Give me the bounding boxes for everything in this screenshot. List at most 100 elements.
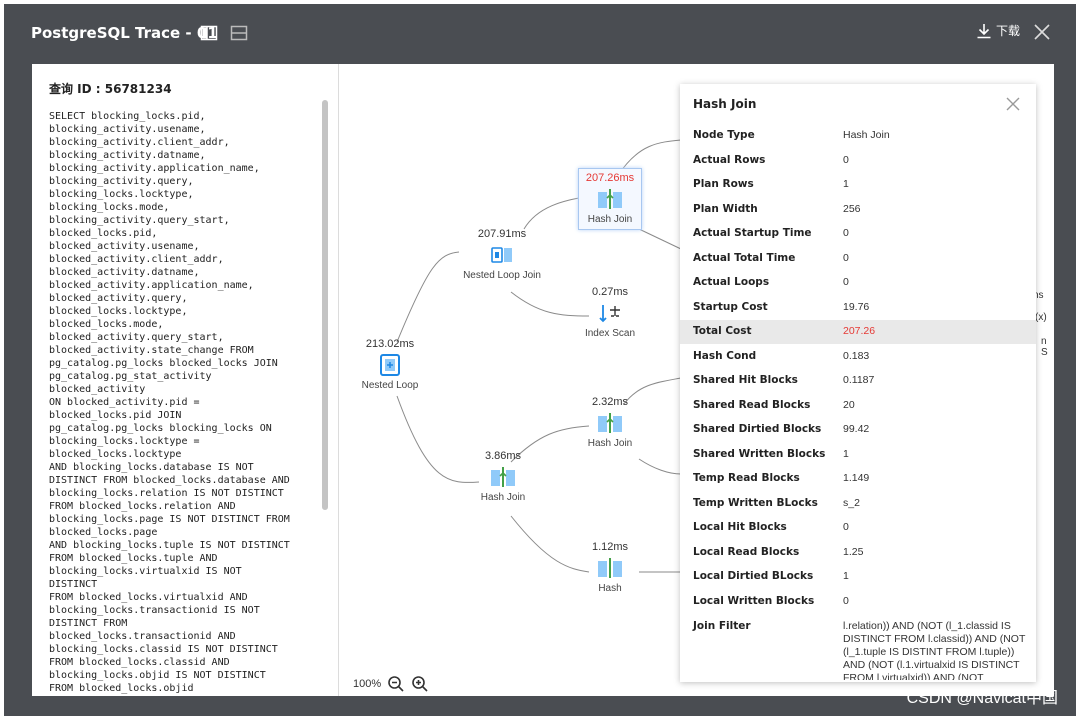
clipped-label: (x) [1035, 312, 1047, 323]
prop-value: 19.76 [843, 300, 870, 313]
prop-value: 99.42 [843, 423, 870, 435]
prop-row: Total Cost 207.26 [680, 320, 1036, 344]
node-time: 1.12ms [591, 541, 629, 553]
prop-row: Actual Loops 0 [680, 271, 1036, 295]
node-time: 2.32ms [591, 396, 629, 408]
prop-value: s_2 [843, 496, 860, 509]
prop-key: Node Type [693, 129, 755, 141]
prop-key: Hash Cond [693, 349, 757, 362]
prop-row: Shared Dirtied Blocks 99.42 [680, 418, 1036, 442]
hash-join-icon [491, 467, 515, 487]
plan-node-nested-loop[interactable]: 213.02ms Nested Loop [345, 338, 435, 391]
prop-value: 256 [843, 202, 861, 215]
split-horizontal-icon[interactable] [230, 24, 248, 42]
sql-scrollbar[interactable] [322, 100, 328, 510]
prop-key: Actual Rows [693, 153, 766, 166]
node-name: Hash Join [587, 438, 633, 449]
prop-value: 1.25 [843, 545, 864, 558]
prop-key: Shared Dirtied Blocks [693, 423, 822, 435]
prop-row: Temp Read Blocks 1.149 [680, 467, 1036, 491]
prop-value: 207.26 [843, 325, 876, 337]
node-time: 207.26ms [585, 172, 635, 184]
nested-loop-icon [380, 354, 400, 376]
prop-key: Shared Hit Blocks [693, 374, 798, 386]
prop-value: 1.149 [843, 472, 870, 484]
prop-value: l.relation)) AND (NOT (l_1.classid IS DI… [843, 620, 1026, 680]
close-icon[interactable] [1004, 95, 1022, 113]
node-name: Nested Loop Join [463, 270, 541, 281]
nested-loop-join-icon [491, 247, 512, 263]
plan-node-hash-join-selected[interactable]: 207.26ms Hash Join [578, 168, 642, 230]
prop-value: 0.1187 [843, 374, 875, 386]
download-icon [977, 23, 991, 38]
prop-row: Node Type Hash Join [680, 124, 1036, 148]
plan-node-hash-join-2[interactable]: 3.86ms Hash Join [458, 450, 548, 503]
prop-key: Total Cost [693, 325, 752, 337]
prop-key: Plan Rows [693, 178, 754, 190]
prop-row: Shared Written Blocks 1 [680, 443, 1036, 467]
title-bar: PostgreSQL Trace - 01 下载 [4, 4, 1076, 62]
prop-value: 0 [843, 276, 849, 288]
hash-join-icon [598, 189, 622, 209]
clipped-label: n S [1041, 336, 1048, 358]
query-panel: 查询 ID : 56781234 SELECT blocking_locks.p… [32, 64, 338, 696]
prop-row: Shared Read Blocks 20 [680, 394, 1036, 418]
prop-row: Startup Cost 19.76 [680, 296, 1036, 320]
prop-row: Local Written Blocks 0 [680, 590, 1036, 614]
prop-key: Shared Written Blocks [693, 447, 826, 460]
close-icon[interactable] [1032, 22, 1052, 42]
node-name: Nested Loop [361, 380, 419, 391]
query-id: 查询 ID : 56781234 [49, 82, 172, 96]
node-time: 0.27ms [591, 286, 629, 298]
split-vertical-icon[interactable] [200, 24, 218, 42]
prop-row: Hash Cond 0.183 [680, 345, 1036, 369]
prop-key: Actual Startup Time [693, 227, 812, 239]
prop-value: 0 [843, 153, 849, 166]
prop-key: Actual Total Time [693, 251, 796, 264]
prop-key: Shared Read Blocks [693, 398, 811, 411]
hash-join-icon [598, 413, 622, 433]
prop-value: Hash Join [843, 129, 890, 141]
prop-row: Temp Written BLocks s_2 [680, 492, 1036, 516]
zoom-controls: 100% [339, 672, 449, 696]
sql-text[interactable]: SELECT blocking_locks.pid, blocking_acti… [49, 110, 319, 696]
node-time: 3.86ms [484, 450, 522, 462]
prop-value: 0 [843, 251, 849, 264]
prop-value: 0 [843, 521, 849, 533]
plan-node-nested-loop-join[interactable]: 207.91ms Nested Loop Join [457, 228, 547, 281]
node-name: Hash Join [587, 214, 633, 225]
prop-key: Local Dirtied BLocks [693, 570, 814, 582]
node-name: Hash Join [480, 492, 526, 503]
prop-row: Actual Startup Time 0 [680, 222, 1036, 246]
prop-value: 1 [843, 178, 849, 190]
zoom-in-icon[interactable] [411, 675, 429, 693]
prop-key: Local Read Blocks [693, 545, 800, 558]
window-title: PostgreSQL Trace - 01 [31, 24, 218, 42]
prop-value: 20 [843, 398, 855, 411]
index-scan-icon [599, 305, 620, 323]
prop-value: 1 [843, 447, 849, 460]
plan-node-index-scan[interactable]: 0.27ms Index Scan [565, 286, 655, 339]
prop-row-join-filter: Join Filter l.relation)) AND (NOT (l_1.c… [680, 615, 1036, 682]
prop-row: Actual Rows 0 [680, 149, 1036, 173]
prop-row: Actual Total Time 0 [680, 247, 1036, 271]
properties-title: Hash Join [693, 97, 757, 111]
prop-key: Local Hit Blocks [693, 521, 787, 533]
prop-value: 0 [843, 227, 849, 239]
zoom-level: 100% [353, 678, 382, 690]
properties-panel: Hash Join Node Type Hash Join Actual Rows 0… [680, 84, 1036, 682]
prop-row: Plan Width 256 [680, 198, 1036, 222]
prop-row: Local Dirtied BLocks 1 [680, 565, 1036, 589]
node-name: Index Scan [584, 328, 636, 339]
zoom-out-icon[interactable] [387, 675, 405, 693]
download-label: 下载 [995, 24, 1020, 38]
download-button[interactable]: 下载 [976, 22, 1020, 39]
watermark: CSDN @Navicat中国 [906, 690, 1058, 707]
plan-node-hash-join-3[interactable]: 2.32ms Hash Join [565, 396, 655, 449]
prop-key: Startup Cost [693, 300, 768, 313]
prop-value: 0.183 [843, 349, 870, 362]
node-time: 207.91ms [477, 228, 527, 240]
hash-icon [598, 558, 622, 578]
prop-value: 1 [843, 570, 849, 582]
plan-node-hash[interactable]: 1.12ms Hash [565, 541, 655, 594]
